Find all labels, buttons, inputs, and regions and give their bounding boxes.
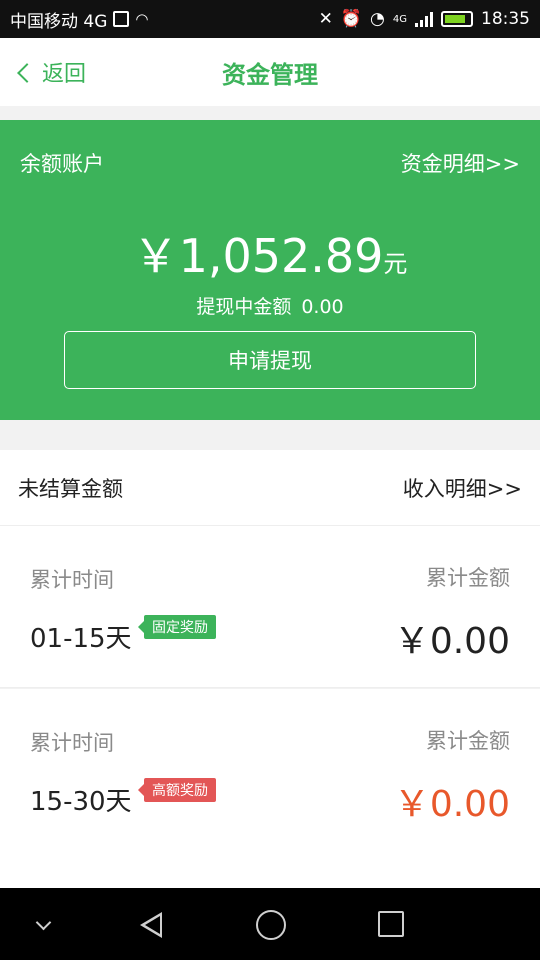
unsettled-header: 未结算金额 收入明细>> (0, 450, 540, 526)
network-type-badge: 4G (392, 13, 407, 25)
image-icon (113, 11, 130, 27)
balance-unit: 元 (383, 250, 408, 278)
withdrawing-value: 0.00 (301, 296, 344, 318)
back-triangle-icon[interactable] (140, 912, 162, 938)
app-header: 返回 资金管理 (0, 38, 540, 106)
period-amount: ￥0.00 (393, 784, 510, 825)
system-nav-bar (0, 888, 540, 960)
withdrawing-label: 提现中金额 (196, 296, 292, 318)
carrier-label: 中国移动 4G (10, 11, 108, 32)
chevron-left-icon (17, 63, 37, 83)
recent-apps-icon[interactable] (378, 911, 404, 937)
clock: 18:35 (481, 9, 530, 29)
android-icon: ◠ (135, 10, 149, 28)
reward-badge: 高额奖励 (138, 778, 216, 802)
signal-icon (415, 11, 433, 27)
balance-account-title: 余额账户 (20, 152, 104, 176)
income-detail-link[interactable]: 收入明细>> (403, 473, 522, 503)
period-days: 15-30天 (30, 787, 132, 817)
apply-withdraw-button[interactable]: 申请提现 (64, 331, 476, 389)
cumulative-amount-label: 累计金额 (426, 566, 510, 590)
mute-icon: ✕ (318, 9, 333, 29)
cumulative-time-label: 累计时间 (30, 731, 114, 755)
period-amount: ￥0.00 (393, 621, 510, 662)
withdrawing-row: 提现中金额 0.00 (0, 292, 540, 319)
page-title: 资金管理 (222, 60, 318, 89)
battery-icon (441, 11, 473, 27)
period-card: 累计时间 累计金额 01-15天 固定奖励 ￥0.00 (0, 526, 540, 688)
fund-detail-link[interactable]: 资金明细>> (401, 148, 520, 178)
wifi-icon: ◔ (370, 9, 385, 29)
reward-badge: 固定奖励 (138, 615, 216, 639)
balance-amount: ￥1,052.89元 (0, 228, 540, 292)
home-circle-icon[interactable] (256, 910, 286, 940)
chevron-down-icon[interactable] (35, 914, 52, 931)
alarm-icon: ⏰ (340, 9, 363, 29)
cumulative-time-label: 累计时间 (30, 568, 114, 592)
cumulative-amount-label: 累计金额 (426, 729, 510, 753)
balance-card: 余额账户 资金明细>> ￥1,052.89元 提现中金额 0.00 申请提现 (0, 120, 540, 420)
balance-amount-value: ￥1,052.89 (132, 229, 384, 283)
back-button[interactable]: 返回 (17, 56, 87, 88)
status-bar: 中国移动 4G ◠ ✕ ⏰ ◔ 4G 18:35 (0, 0, 540, 38)
back-label: 返回 (42, 62, 87, 87)
period-card: 累计时间 累计金额 15-30天 高额奖励 ￥0.00 (0, 689, 540, 889)
period-days: 01-15天 (30, 624, 132, 654)
unsettled-title: 未结算金额 (18, 476, 123, 501)
